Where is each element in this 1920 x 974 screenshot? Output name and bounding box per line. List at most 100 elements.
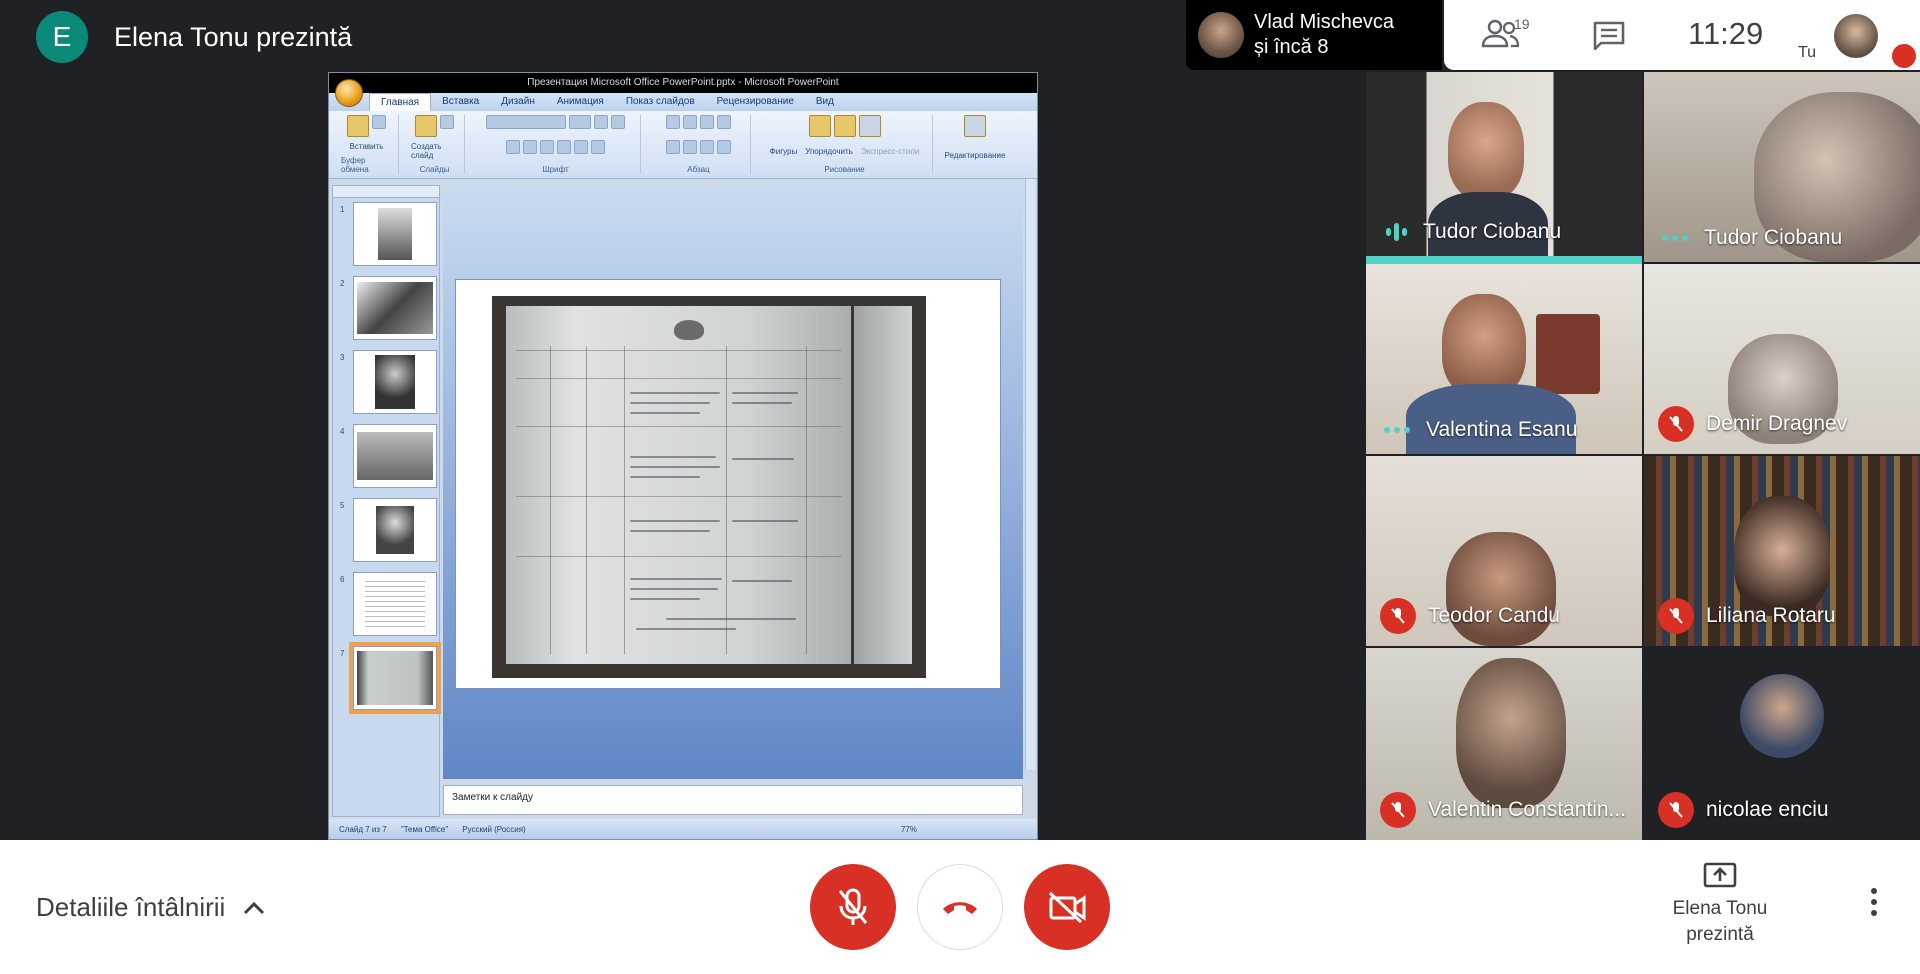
- leave-call-button[interactable]: [917, 864, 1003, 950]
- participant-tile[interactable]: Demir Dragnev: [1644, 264, 1920, 454]
- avatar: [1740, 674, 1824, 758]
- slide-thumbnail[interactable]: 3: [340, 350, 437, 414]
- slide-thumbnail[interactable]: 1: [340, 202, 437, 266]
- other-presenters-chip[interactable]: Vlad Mischevca și încă 8: [1186, 0, 1442, 70]
- chat-icon[interactable]: [1592, 20, 1626, 50]
- ribbon-tab-insert[interactable]: Вставка: [431, 93, 490, 111]
- italic-icon[interactable]: [523, 140, 537, 154]
- participant-tile[interactable]: Valentin Constantin...: [1366, 648, 1642, 840]
- more-dots-icon: [1662, 235, 1688, 241]
- cut-icon[interactable]: [372, 115, 386, 129]
- camera-off-icon: [1048, 891, 1086, 923]
- presenter-avatar: E: [36, 11, 88, 63]
- indent-icon[interactable]: [700, 115, 714, 129]
- shared-screen[interactable]: Презентация Microsoft Office PowerPoint.…: [328, 72, 1038, 840]
- quick-styles-icon[interactable]: [858, 115, 881, 137]
- ledger-left-page: [506, 306, 851, 664]
- align-center-icon[interactable]: [683, 140, 697, 154]
- grow-font-icon[interactable]: [594, 115, 608, 129]
- participant-name: Valentin Constantin...: [1428, 798, 1627, 821]
- present-label-line2: prezintă: [1686, 924, 1754, 945]
- participant-tile[interactable]: Liliana Rotaru: [1644, 456, 1920, 646]
- paste-icon[interactable]: [347, 115, 369, 137]
- arrange-icon[interactable]: [833, 115, 856, 137]
- shrink-font-icon[interactable]: [611, 115, 625, 129]
- slide-thumbnail-selected[interactable]: 7: [340, 642, 441, 714]
- mic-off-icon: [838, 888, 868, 925]
- vertical-scrollbar[interactable]: [1025, 179, 1035, 769]
- more-options-icon[interactable]: [1862, 888, 1886, 928]
- participant-tile[interactable]: Tudor Ciobanu: [1644, 72, 1920, 262]
- new-slide-icon[interactable]: [415, 115, 437, 137]
- align-left-icon[interactable]: [666, 140, 680, 154]
- slide-thumbnails-pane[interactable]: 1 2 3 4 5 6 7: [332, 185, 441, 817]
- others-label: Vlad Mischevca și încă 8: [1254, 11, 1395, 58]
- layout-icon[interactable]: [440, 115, 454, 129]
- shapes-button[interactable]: Фигуры: [770, 147, 798, 156]
- avatar[interactable]: [1834, 14, 1878, 58]
- quick-styles-button[interactable]: Экспресс-стили: [861, 147, 920, 156]
- participant-tile[interactable]: Valentina Esanu: [1366, 264, 1642, 454]
- status-language: Русский (Россия): [462, 824, 526, 834]
- ribbon-tab-view[interactable]: Вид: [805, 93, 845, 111]
- slide-notes[interactable]: Заметки к слайду: [443, 785, 1023, 815]
- numbering-icon[interactable]: [683, 115, 697, 129]
- font-size-select[interactable]: [569, 115, 591, 129]
- presenter-title: Elena Tonu prezintă: [114, 21, 353, 52]
- font-color-icon[interactable]: [591, 140, 605, 154]
- present-screen-icon: [1703, 862, 1737, 888]
- present-now-button[interactable]: Elena Tonu prezintă: [1640, 862, 1800, 948]
- mic-off-icon: [1380, 598, 1416, 634]
- current-slide[interactable]: [455, 279, 1001, 689]
- ribbon-group-label: Слайды: [419, 165, 450, 174]
- shapes-icon[interactable]: [808, 115, 831, 137]
- arrange-button[interactable]: Упорядочить: [805, 147, 853, 156]
- participant-name: Valentina Esanu: [1426, 418, 1578, 441]
- clock: 11:29: [1688, 16, 1764, 51]
- new-slide-button[interactable]: Создать слайд: [411, 142, 458, 160]
- self-label: Tu: [1798, 44, 1817, 61]
- ribbon-tab-review[interactable]: Рецензирование: [706, 93, 805, 111]
- participant-tile[interactable]: Tudor Ciobanu: [1366, 72, 1642, 264]
- slide-thumbnail[interactable]: 2: [340, 276, 437, 340]
- status-theme: "Тема Office": [400, 824, 449, 834]
- strike-icon[interactable]: [557, 140, 571, 154]
- participant-name: Tudor Ciobanu: [1704, 226, 1843, 249]
- office-button-icon[interactable]: [335, 79, 363, 107]
- editing-button[interactable]: Редактирование: [945, 151, 1006, 160]
- participant-tile[interactable]: nicolae enciu: [1644, 648, 1920, 840]
- people-count: 19: [1514, 16, 1530, 32]
- shadow-icon[interactable]: [574, 140, 588, 154]
- slide-thumbnail[interactable]: 4: [340, 424, 437, 488]
- align-right-icon[interactable]: [700, 140, 714, 154]
- status-zoom[interactable]: 77%: [901, 825, 917, 834]
- slide-editor[interactable]: [443, 185, 1023, 779]
- thumbnails-pane-tabs[interactable]: [333, 186, 439, 198]
- chevron-up-icon: [244, 901, 265, 914]
- ribbon-tab-animation[interactable]: Анимация: [546, 93, 615, 111]
- slide-thumbnail[interactable]: 6: [340, 572, 437, 636]
- ribbon-group-editing: Редактирование: [939, 115, 1011, 174]
- meeting-details-label: Detaliile întâlnirii: [36, 892, 226, 922]
- present-label-line1: Elena Tonu: [1672, 898, 1768, 919]
- mic-toggle-button[interactable]: [810, 864, 896, 950]
- mic-off-icon: [1892, 44, 1916, 68]
- participant-tile[interactable]: Teodor Candu: [1366, 456, 1642, 646]
- ribbon-tabs: Главная Вставка Дизайн Анимация Показ сл…: [329, 93, 1037, 111]
- ribbon-tab-home[interactable]: Главная: [369, 93, 432, 111]
- font-family-select[interactable]: [486, 115, 566, 129]
- underline-icon[interactable]: [540, 140, 554, 154]
- justify-icon[interactable]: [717, 140, 731, 154]
- bullets-icon[interactable]: [666, 115, 680, 129]
- meeting-details-button[interactable]: Detaliile întâlnirii: [36, 892, 265, 923]
- ribbon-group-slides: Создать слайд Слайды: [405, 115, 465, 174]
- paste-button[interactable]: Вставить: [350, 142, 384, 151]
- bold-icon[interactable]: [506, 140, 520, 154]
- powerpoint-status-bar: Слайд 7 из 7 "Тема Office" Русский (Росс…: [329, 819, 1037, 839]
- ribbon-tab-slideshow[interactable]: Показ слайдов: [615, 93, 706, 111]
- slide-thumbnail[interactable]: 5: [340, 498, 437, 562]
- camera-toggle-button[interactable]: [1024, 864, 1110, 950]
- editing-icon[interactable]: [964, 115, 986, 137]
- line-spacing-icon[interactable]: [717, 115, 731, 129]
- ribbon-tab-design[interactable]: Дизайн: [490, 93, 546, 111]
